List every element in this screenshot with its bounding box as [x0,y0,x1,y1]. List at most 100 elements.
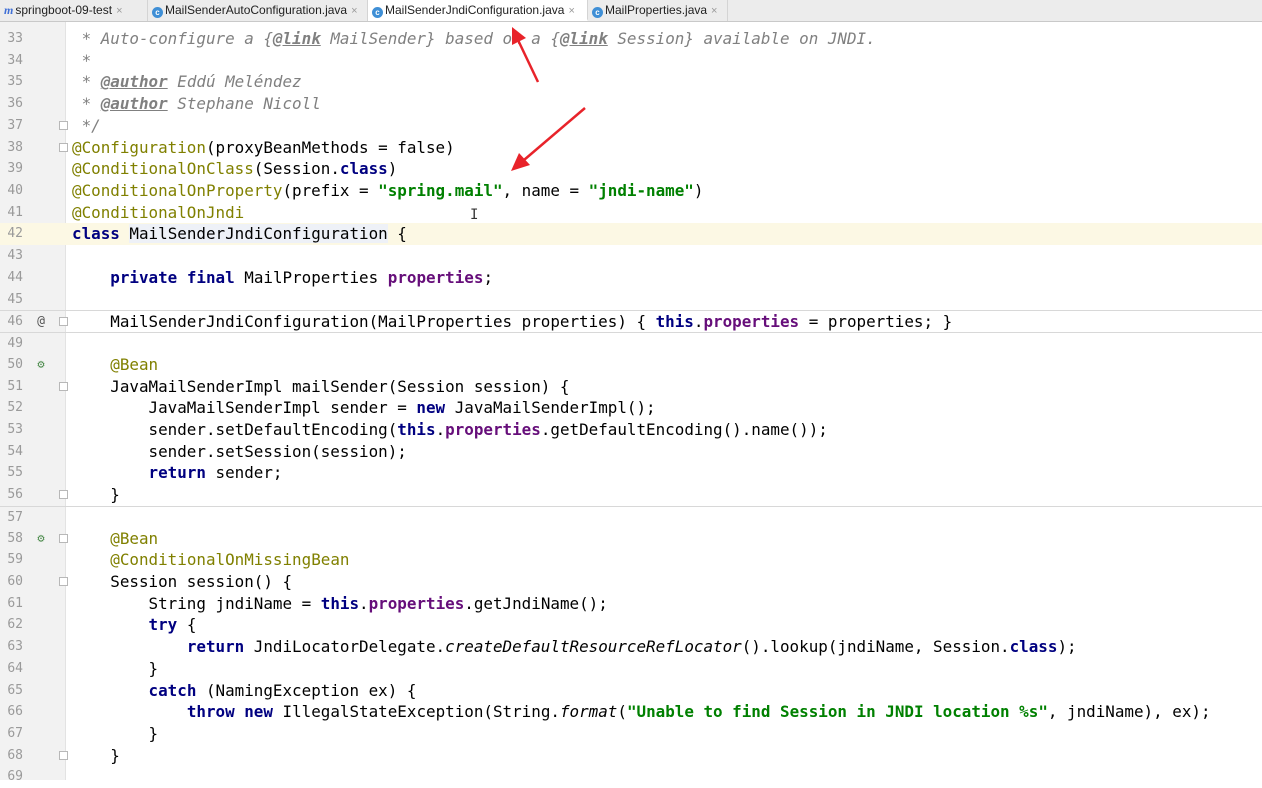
line-number: 55 [7,465,23,481]
fold-toggle-icon[interactable] [59,750,68,760]
line-number: 67 [7,726,23,742]
fold-toggle-icon[interactable] [59,533,68,543]
code-line[interactable]: 45 [0,289,1262,311]
code-text: * @author Stephane Nicoll [72,94,321,114]
code-line[interactable]: 46 @ MailSenderJndiConfiguration(MailProp… [0,310,1262,332]
tab-label: MailSenderAutoConfiguration.java [165,3,348,17]
code-line[interactable]: 49 [0,332,1262,354]
fold-toggle-icon[interactable] [59,577,68,586]
code-line[interactable]: 69 [0,766,1262,788]
tab-springboot-09-test[interactable]: m springboot-09-test × [0,0,148,21]
close-icon[interactable]: × [351,5,357,17]
code-line[interactable]: 52 JavaMailSenderImpl sender = new JavaM… [0,397,1262,419]
code-line[interactable]: 60 Session session() { [0,571,1262,593]
line-number: 46 [7,314,23,330]
class-icon: c [592,7,603,18]
line-number: 62 [7,617,23,633]
code-line[interactable]: 68 } [0,745,1262,767]
tab-mailsenderjndiconfiguration-java[interactable]: c MailSenderJndiConfiguration.java × [368,0,588,21]
code-line[interactable]: 56 } [0,484,1262,506]
code-line[interactable]: 62 try { [0,614,1262,636]
code-text: } [72,724,159,744]
fold-toggle-icon[interactable] [59,120,68,130]
code-text: class MailSenderJndiConfiguration { [72,224,407,244]
code-text: JavaMailSenderImpl mailSender(Session se… [72,376,570,396]
line-number: 42 [7,226,23,242]
code-line[interactable]: 57 [0,505,1262,528]
line-number: 66 [7,704,23,720]
line-number: 63 [7,639,23,655]
code-line[interactable]: 42 class MailSenderJndiConfiguration { [0,223,1262,246]
close-icon[interactable]: × [568,5,574,17]
code-line[interactable]: 67 } [0,723,1262,745]
code-line[interactable]: 44 private final MailProperties properti… [0,267,1262,289]
close-icon[interactable]: × [711,5,717,17]
close-icon[interactable]: × [116,5,122,17]
line-number: 39 [7,161,23,177]
code-line[interactable]: 59 @ConditionalOnMissingBean [0,549,1262,571]
code-text: @Configuration(proxyBeanMethods = false) [72,137,455,157]
code-line[interactable]: 61 String jndiName = this.properties.get… [0,593,1262,615]
spring-bean-icon[interactable]: ⚙ [34,528,48,550]
fold-toggle-icon[interactable] [59,317,68,327]
line-number: 59 [7,552,23,568]
line-number: 44 [7,269,23,285]
module-icon: m [4,3,14,17]
code-line[interactable]: 36 * @author Stephane Nicoll [0,93,1262,115]
line-number: 38 [7,139,23,155]
code-line[interactable]: 40 @ConditionalOnProperty(prefix = "sprin… [0,180,1262,202]
code-line[interactable]: 64 } [0,658,1262,680]
code-line[interactable]: 34 * [0,50,1262,72]
code-text: * @author Eddú Meléndez [72,72,302,92]
code-line[interactable]: 54 sender.setSession(session); [0,441,1262,463]
code-line[interactable]: 38 @Configuration(proxyBeanMethods = fals… [0,137,1262,159]
fold-toggle-icon[interactable] [59,381,68,391]
line-number: 45 [7,291,23,307]
code-line[interactable]: 37 */ [0,115,1262,137]
code-line[interactable]: 58 ⚙ @Bean [0,528,1262,550]
line-number: 50 [7,356,23,372]
code-text: return JndiLocatorDelegate.createDefault… [186,637,1077,657]
code-line[interactable]: 65 catch (NamingException ex) { [0,680,1262,702]
line-number: 34 [7,52,23,68]
code-text: MailSenderJndiConfiguration(MailProperti… [72,312,953,332]
code-line[interactable]: 66 throw new IllegalStateException(Strin… [0,701,1262,723]
code-line[interactable]: 39 @ConditionalOnClass(Session.class) [0,158,1262,180]
code-text: String jndiName = this.properties.getJnd… [72,593,608,613]
tab-mailproperties-java[interactable]: c MailProperties.java × [588,0,728,21]
code-text: * [72,50,92,70]
code-line[interactable]: 43 [0,245,1262,267]
tab-label: MailSenderJndiConfiguration.java [385,3,565,17]
code-line[interactable]: 35 * @author Eddú Meléndez [0,71,1262,93]
code-text: catch (NamingException ex) { [148,680,417,700]
line-number: 37 [7,117,23,133]
code-text: * Auto-configure a {@link MailSender} ba… [72,29,876,48]
code-line[interactable]: 63 return JndiLocatorDelegate.createDefa… [0,636,1262,658]
code-line[interactable]: 53 sender.setDefaultEncoding(this.proper… [0,419,1262,441]
fold-toggle-icon[interactable] [59,490,68,500]
code-text: */ [72,115,101,135]
tab-label: springboot-09-test [15,3,113,17]
class-icon: c [152,7,163,18]
line-number: 33 [7,31,23,46]
line-number: 57 [7,509,23,525]
fold-toggle-icon[interactable] [59,142,68,152]
line-number: 36 [7,96,23,112]
line-number: 65 [7,682,23,698]
code-line[interactable]: 33 * Auto-configure a {@link MailSender}… [0,28,1262,50]
line-number: 61 [7,595,23,611]
tab-mailsenderautoconfiguration-java[interactable]: c MailSenderAutoConfiguration.java × [148,0,368,21]
line-number: 35 [7,74,23,90]
line-number: 60 [7,574,23,589]
code-line[interactable]: 55 return sender; [0,462,1262,484]
code-line[interactable]: 41 @ConditionalOnJndi [0,202,1262,224]
override-icon[interactable]: @ [34,311,48,333]
code-line[interactable]: 50 ⚙ @Bean [0,354,1262,376]
line-number: 53 [7,421,23,437]
line-number: 69 [7,769,23,785]
code-text: sender.setSession(session); [72,441,407,461]
code-text: private final MailProperties properties; [110,267,494,287]
code-line[interactable]: 51 JavaMailSenderImpl mailSender(Session… [0,376,1262,398]
line-number: 52 [7,400,23,416]
spring-bean-icon[interactable]: ⚙ [34,354,48,376]
